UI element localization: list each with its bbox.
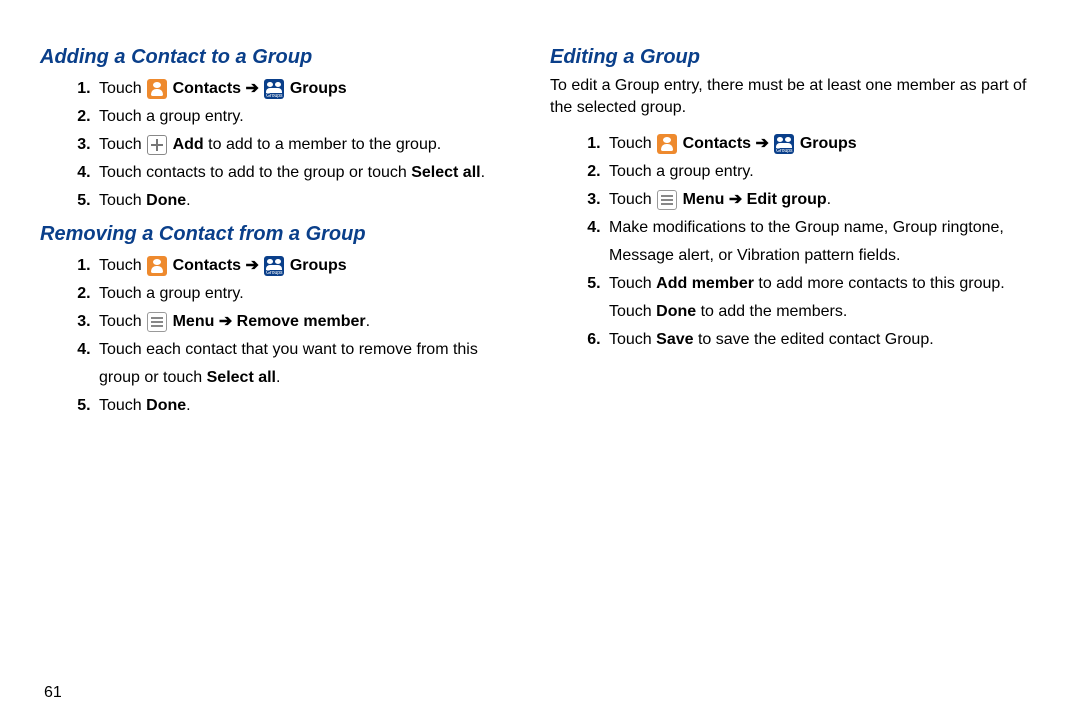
step-a2: Touch a group entry.: [95, 103, 520, 131]
arrow-icon: ➔: [756, 135, 769, 152]
groups-icon: Groups: [264, 256, 284, 276]
plus-icon: [147, 135, 167, 155]
step-a5: Touch Done.: [95, 187, 520, 215]
step-c2: Touch a group entry.: [605, 158, 1030, 186]
steps-editing: Touch Contacts ➔ Groups Groups Touch a g…: [550, 130, 1030, 354]
heading-removing: Removing a Contact from a Group: [40, 223, 520, 246]
menu-icon: [147, 312, 167, 332]
step-c6: Touch Save to save the edited contact Gr…: [605, 326, 1030, 354]
contacts-icon: [147, 256, 167, 276]
step-b2: Touch a group entry.: [95, 280, 520, 308]
contacts-icon: [657, 134, 677, 154]
page-number: 61: [44, 684, 62, 702]
arrow-icon: ➔: [246, 80, 259, 97]
step-c3: Touch Menu ➔ Edit group.: [605, 186, 1030, 214]
step-a1: Touch Contacts ➔ Groups Groups: [95, 75, 520, 103]
arrow-icon: ➔: [246, 257, 259, 274]
step-a3: Touch Add to add to a member to the grou…: [95, 131, 520, 159]
right-column: Editing a Group To edit a Group entry, t…: [550, 40, 1030, 428]
steps-adding: Touch Contacts ➔ Groups Groups Touch a g…: [40, 75, 520, 215]
step-b1: Touch Contacts ➔ Groups Groups: [95, 252, 520, 280]
heading-adding: Adding a Contact to a Group: [40, 46, 520, 69]
groups-label: Groups: [290, 80, 347, 97]
step-c4: Make modifications to the Group name, Gr…: [605, 214, 1030, 270]
step-b4: Touch each contact that you want to remo…: [95, 336, 520, 392]
contacts-icon: [147, 79, 167, 99]
step-b5: Touch Done.: [95, 392, 520, 420]
menu-icon: [657, 190, 677, 210]
groups-icon: Groups: [774, 134, 794, 154]
add-label: Add: [173, 136, 204, 153]
step-b3: Touch Menu ➔ Remove member.: [95, 308, 520, 336]
left-column: Adding a Contact to a Group Touch Contac…: [40, 40, 520, 428]
arrow-icon: ➔: [219, 313, 232, 330]
heading-editing: Editing a Group: [550, 46, 1030, 69]
step-c1: Touch Contacts ➔ Groups Groups: [605, 130, 1030, 158]
arrow-icon: ➔: [729, 191, 742, 208]
editing-intro: To edit a Group entry, there must be at …: [550, 75, 1030, 120]
groups-icon: Groups: [264, 79, 284, 99]
steps-removing: Touch Contacts ➔ Groups Groups Touch a g…: [40, 252, 520, 420]
step-c5: Touch Add member to add more contacts to…: [605, 270, 1030, 326]
step-a4: Touch contacts to add to the group or to…: [95, 159, 520, 187]
contacts-label: Contacts ➔: [173, 80, 259, 97]
